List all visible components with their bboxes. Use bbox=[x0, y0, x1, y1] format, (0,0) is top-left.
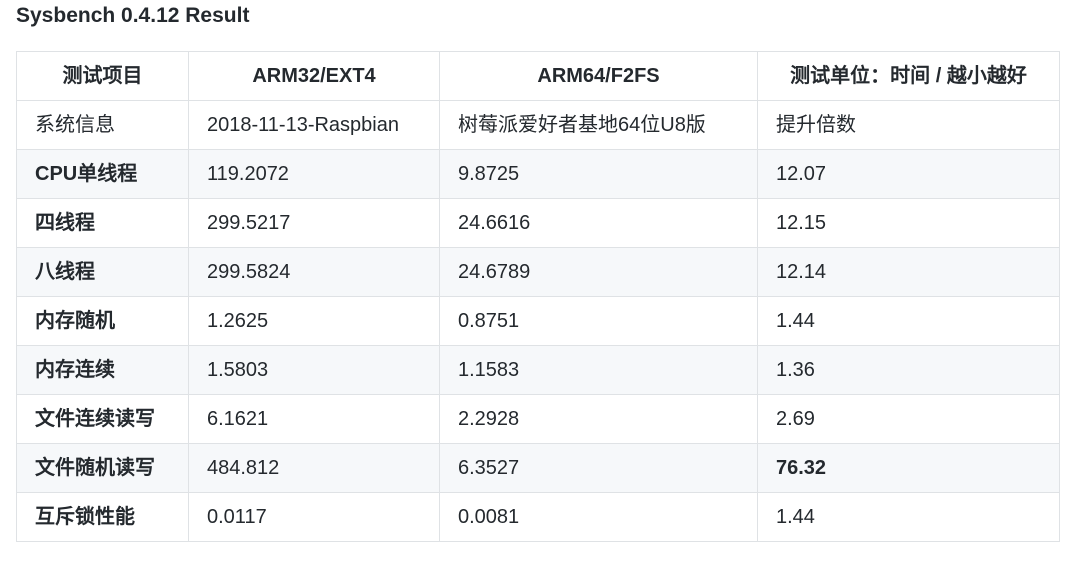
table-row: 文件随机读写 484.812 6.3527 76.32 bbox=[16, 443, 1060, 493]
row-label: 系统信息 bbox=[16, 100, 189, 150]
column-header-test-item: 测试项目 bbox=[16, 51, 189, 101]
row-label: 八线程 bbox=[16, 247, 189, 297]
row-label: 文件随机读写 bbox=[16, 443, 189, 493]
cell-ratio: 1.44 bbox=[757, 492, 1060, 542]
cell-arm32: 1.5803 bbox=[188, 345, 440, 395]
table-row: 四线程 299.5217 24.6616 12.15 bbox=[16, 198, 1060, 248]
row-label: CPU单线程 bbox=[16, 149, 189, 199]
cell-arm32: 2018-11-13-Raspbian bbox=[188, 100, 440, 150]
table-row: 互斥锁性能 0.0117 0.0081 1.44 bbox=[16, 492, 1060, 542]
cell-arm64: 2.2928 bbox=[439, 394, 758, 444]
cell-arm64: 9.8725 bbox=[439, 149, 758, 199]
cell-arm32: 299.5824 bbox=[188, 247, 440, 297]
cell-arm32: 484.812 bbox=[188, 443, 440, 493]
cell-arm32: 299.5217 bbox=[188, 198, 440, 248]
cell-ratio: 2.69 bbox=[757, 394, 1060, 444]
cell-ratio: 12.14 bbox=[757, 247, 1060, 297]
table-row: 文件连续读写 6.1621 2.2928 2.69 bbox=[16, 394, 1060, 444]
row-label: 文件连续读写 bbox=[16, 394, 189, 444]
row-label: 互斥锁性能 bbox=[16, 492, 189, 542]
table-header-row: 测试项目 ARM32/EXT4 ARM64/F2FS 测试单位：时间 / 越小越… bbox=[16, 51, 1060, 101]
cell-arm32: 6.1621 bbox=[188, 394, 440, 444]
page-title: Sysbench 0.4.12 Result bbox=[16, 4, 250, 27]
column-header-arm32: ARM32/EXT4 bbox=[188, 51, 440, 101]
cell-arm32: 119.2072 bbox=[188, 149, 440, 199]
column-header-arm64: ARM64/F2FS bbox=[439, 51, 758, 101]
cell-ratio: 76.32 bbox=[757, 443, 1060, 493]
cell-arm32: 1.2625 bbox=[188, 296, 440, 346]
cell-ratio: 1.36 bbox=[757, 345, 1060, 395]
cell-arm64: 0.0081 bbox=[439, 492, 758, 542]
table-row: 系统信息 2018-11-13-Raspbian 树莓派爱好者基地64位U8版 … bbox=[16, 100, 1060, 150]
cell-arm64: 24.6789 bbox=[439, 247, 758, 297]
cell-ratio: 1.44 bbox=[757, 296, 1060, 346]
page: Sysbench 0.4.12 Result 测试项目 ARM32/EXT4 A… bbox=[0, 0, 1080, 575]
cell-ratio: 提升倍数 bbox=[757, 100, 1060, 150]
table-row: 八线程 299.5824 24.6789 12.14 bbox=[16, 247, 1060, 297]
cell-arm64: 树莓派爱好者基地64位U8版 bbox=[439, 100, 758, 150]
results-table: 测试项目 ARM32/EXT4 ARM64/F2FS 测试单位：时间 / 越小越… bbox=[16, 51, 1060, 542]
cell-ratio: 12.07 bbox=[757, 149, 1060, 199]
table-row: 内存随机 1.2625 0.8751 1.44 bbox=[16, 296, 1060, 346]
cell-ratio: 12.15 bbox=[757, 198, 1060, 248]
cell-arm64: 6.3527 bbox=[439, 443, 758, 493]
column-header-unit: 测试单位：时间 / 越小越好 bbox=[757, 51, 1060, 101]
table-row: CPU单线程 119.2072 9.8725 12.07 bbox=[16, 149, 1060, 199]
row-label: 内存连续 bbox=[16, 345, 189, 395]
cell-arm64: 1.1583 bbox=[439, 345, 758, 395]
row-label: 内存随机 bbox=[16, 296, 189, 346]
cell-arm32: 0.0117 bbox=[188, 492, 440, 542]
cell-arm64: 24.6616 bbox=[439, 198, 758, 248]
cell-arm64: 0.8751 bbox=[439, 296, 758, 346]
row-label: 四线程 bbox=[16, 198, 189, 248]
table-row: 内存连续 1.5803 1.1583 1.36 bbox=[16, 345, 1060, 395]
